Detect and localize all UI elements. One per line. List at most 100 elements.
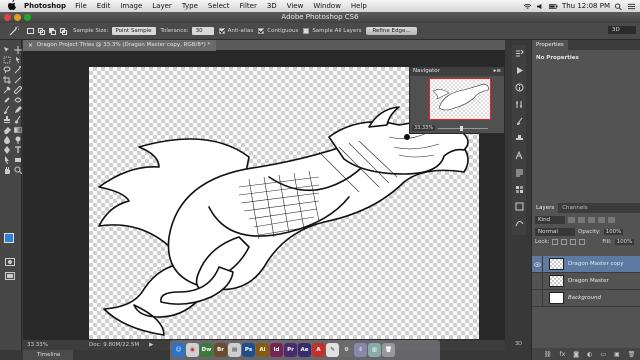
actions-panel-button[interactable] — [514, 65, 524, 75]
dock-app-id[interactable]: Id — [270, 343, 283, 357]
layer-dragon-master-copy[interactable]: Dragon Master copy — [532, 255, 640, 273]
documents-icon[interactable]: ▥ — [368, 343, 381, 357]
brush-tool[interactable] — [2, 106, 11, 114]
link-layers-icon[interactable]: ⛓ — [544, 351, 552, 358]
volume-icon[interactable] — [536, 3, 545, 10]
navigator-zoom-field[interactable]: 33.33% — [412, 125, 436, 131]
layer-visibility-toggle[interactable] — [532, 272, 543, 290]
document-tab[interactable]: × Dragon Project Thies @ 33.3% (Dragon M… — [23, 40, 217, 51]
styles-panel-button[interactable] — [514, 201, 524, 211]
adjustments-panel-button[interactable] — [514, 99, 524, 109]
clone-stamp-tool[interactable] — [2, 116, 11, 124]
smart-filter-icon[interactable] — [608, 217, 615, 223]
new-selection-icon[interactable] — [27, 27, 35, 35]
navigator-proxy-box[interactable] — [429, 78, 491, 120]
system-prefs-icon[interactable]: ⚙ — [340, 343, 353, 357]
chrome-icon[interactable]: ◉ — [186, 343, 199, 357]
lock-pixels-icon[interactable] — [561, 239, 568, 245]
dock-app-pr[interactable]: Pr — [284, 343, 297, 357]
blend-mode-select[interactable]: Normal — [535, 228, 575, 236]
crop-tool[interactable] — [2, 76, 11, 84]
move-tool[interactable] — [2, 46, 11, 54]
navigator-thumbnail[interactable] — [429, 78, 491, 120]
minimize-window-icon[interactable] — [14, 14, 21, 21]
quick-mask-icon[interactable] — [5, 258, 15, 266]
hand-tool[interactable] — [2, 166, 11, 174]
lasso-tool[interactable] — [2, 66, 11, 74]
group-icon[interactable]: ▭ — [600, 351, 606, 358]
navigator-zoom-slider[interactable] — [438, 126, 488, 131]
menu-help[interactable]: Help — [351, 2, 367, 10]
history-brush-tool[interactable] — [13, 116, 22, 124]
clone-source-panel-button[interactable] — [514, 133, 524, 143]
timeline-tab[interactable]: Timeline — [23, 350, 73, 360]
layer-kind-filter[interactable]: Kind — [535, 216, 565, 224]
navigator-header[interactable]: Navigator ▸≡ — [410, 67, 504, 76]
add-selection-icon[interactable] — [38, 27, 46, 35]
delete-layer-icon[interactable]: 🗑 — [628, 351, 636, 358]
magic-wand-tool[interactable] — [13, 66, 22, 74]
marquee-tool[interactable] — [2, 56, 11, 64]
menu-edit[interactable]: Edit — [97, 2, 111, 10]
close-window-icon[interactable] — [4, 14, 11, 21]
ruler-tool[interactable] — [13, 86, 22, 94]
dock-app-ps[interactable]: Ps — [242, 343, 255, 357]
patch-tool[interactable] — [13, 96, 22, 104]
adjustment-layer-icon[interactable]: ◐ — [587, 351, 592, 358]
shape-filter-icon[interactable] — [598, 217, 605, 223]
menu-type[interactable]: Type — [182, 2, 198, 10]
spotlight-icon[interactable] — [614, 2, 623, 10]
path-selection-tool[interactable] — [2, 156, 11, 164]
shape-tool[interactable] — [13, 156, 22, 164]
sample-size-select[interactable]: Point Sample — [111, 27, 156, 35]
paths-panel-button[interactable] — [514, 218, 524, 228]
dock-app-br[interactable]: Br — [214, 343, 227, 357]
subtract-selection-icon[interactable] — [49, 27, 57, 35]
downloads-icon[interactable]: ⇩ — [354, 343, 367, 357]
tool-preset-picker[interactable] — [6, 25, 22, 37]
healing-tool[interactable] — [2, 96, 11, 104]
zoom-tool[interactable] — [13, 166, 22, 174]
menu-view[interactable]: View — [287, 2, 304, 10]
menu-image[interactable]: Image — [120, 2, 142, 10]
tab-channels[interactable]: Channels — [558, 203, 591, 213]
brush-panel-button[interactable] — [514, 116, 524, 126]
contiguous-checkbox[interactable] — [258, 28, 265, 34]
eraser-tool[interactable] — [2, 126, 11, 134]
blur-tool[interactable] — [2, 136, 11, 144]
navigator-menu-icon[interactable]: ▸≡ — [494, 67, 501, 76]
adjustment-filter-icon[interactable] — [578, 217, 585, 223]
menu-layer[interactable]: Layer — [152, 2, 172, 10]
paragraph-panel-button[interactable] — [514, 167, 524, 177]
tab-properties[interactable]: Properties — [532, 40, 568, 50]
dodge-tool[interactable] — [13, 136, 22, 144]
menu-file[interactable]: File — [75, 2, 87, 10]
menu-select[interactable]: Select — [208, 2, 230, 10]
layer-name[interactable]: Dragon Master copy — [568, 261, 624, 267]
acrobat-icon[interactable]: A — [312, 343, 325, 357]
info-panel-button[interactable] — [514, 82, 524, 92]
layer-style-icon[interactable]: fx — [560, 351, 566, 358]
type-filter-icon[interactable] — [588, 217, 595, 223]
move-tool-2[interactable] — [13, 46, 22, 54]
intersect-selection-icon[interactable] — [60, 27, 68, 35]
pixel-filter-icon[interactable] — [568, 217, 575, 223]
mini-3d-tab[interactable]: 3D — [515, 341, 529, 353]
clock[interactable]: Thu 12:08 PM — [562, 2, 610, 10]
foreground-color[interactable] — [4, 233, 14, 243]
pen-tool[interactable] — [2, 146, 11, 154]
tab-layers[interactable]: Layers — [532, 203, 559, 213]
finder-icon[interactable]: ☺ — [172, 343, 185, 357]
artboard-tool[interactable] — [13, 56, 22, 64]
battery-icon[interactable] — [548, 3, 558, 10]
pencil-tool[interactable] — [13, 106, 22, 114]
textedit-icon[interactable]: ✎ — [326, 343, 339, 357]
fill-input[interactable]: 100% — [614, 239, 635, 245]
sample-all-layers-checkbox[interactable] — [303, 28, 310, 34]
type-tool[interactable] — [13, 146, 22, 154]
new-layer-icon[interactable]: ▣ — [614, 351, 620, 358]
lock-all-icon[interactable] — [579, 239, 586, 245]
app-menu[interactable]: Photoshop — [24, 2, 66, 10]
status-menu-icon[interactable]: ▶ — [149, 342, 153, 348]
dock-app-ai[interactable]: Ai — [256, 343, 269, 357]
